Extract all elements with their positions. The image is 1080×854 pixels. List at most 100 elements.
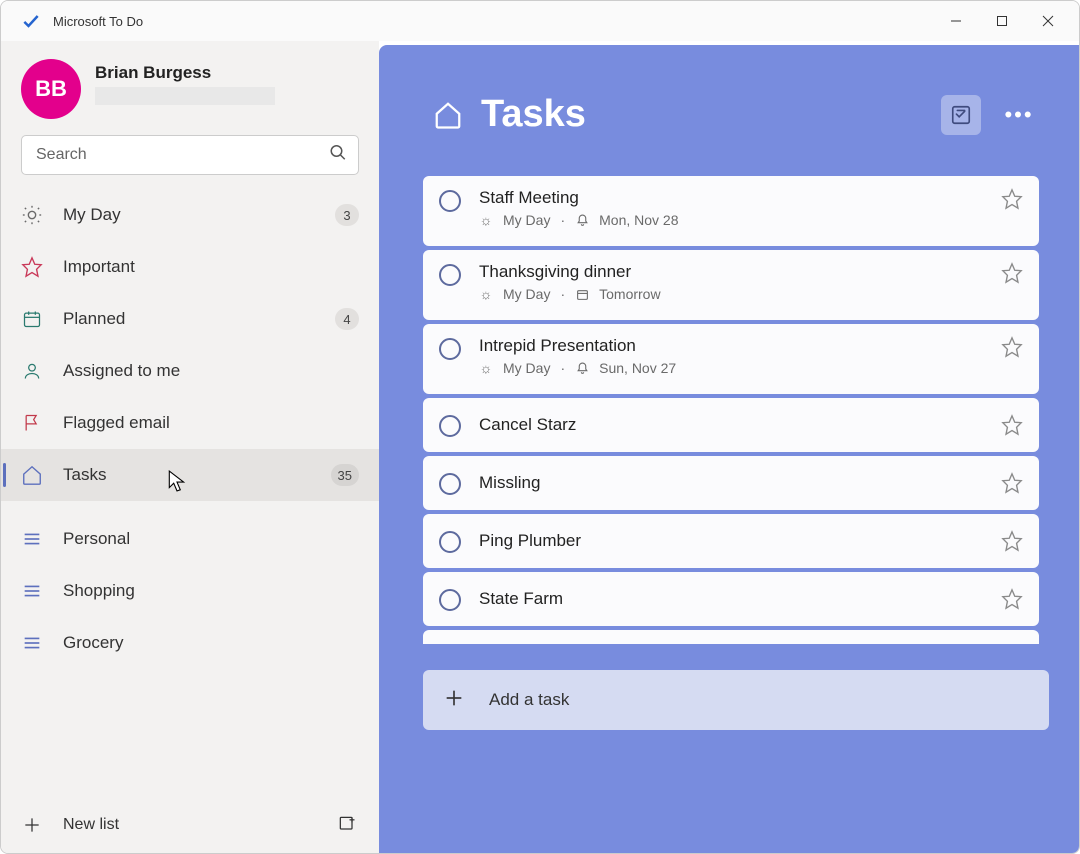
nav-label: Flagged email xyxy=(63,413,359,433)
complete-checkbox[interactable] xyxy=(439,473,461,495)
nav-label: Grocery xyxy=(63,633,359,653)
complete-checkbox[interactable] xyxy=(439,264,461,286)
star-button[interactable] xyxy=(1001,472,1023,494)
sun-icon xyxy=(21,204,43,226)
task-due: Tomorrow xyxy=(599,286,660,302)
star-button[interactable] xyxy=(1001,262,1023,284)
task-item[interactable]: Ping Plumber xyxy=(423,514,1039,568)
profile-name: Brian Burgess xyxy=(95,63,275,83)
nav-my-day[interactable]: My Day 3 xyxy=(1,189,379,241)
new-group-button[interactable] xyxy=(337,814,359,836)
star-button[interactable] xyxy=(1001,336,1023,358)
nav-count: 4 xyxy=(335,308,359,330)
list-personal[interactable]: Personal xyxy=(1,513,379,565)
nav-tasks[interactable]: Tasks 35 xyxy=(1,449,379,501)
titlebar: Microsoft To Do xyxy=(1,1,1079,41)
task-myday: My Day xyxy=(503,286,550,302)
bell-icon xyxy=(575,361,589,375)
task-list: Staff Meeting ☼ My Day · Mon, Nov 28 xyxy=(423,176,1039,652)
nav-list: My Day 3 Important Planned 4 Assigned to… xyxy=(1,189,379,797)
bell-icon xyxy=(575,213,589,227)
nav-label: Tasks xyxy=(63,465,311,485)
close-button[interactable] xyxy=(1025,1,1071,41)
avatar: BB xyxy=(21,59,81,119)
search-box[interactable] xyxy=(21,135,359,175)
task-item[interactable]: Staff Meeting ☼ My Day · Mon, Nov 28 xyxy=(423,176,1039,246)
list-shopping[interactable]: Shopping xyxy=(1,565,379,617)
home-icon xyxy=(21,464,43,486)
task-title: Cancel Starz xyxy=(479,415,983,435)
task-title: Thanksgiving dinner xyxy=(479,262,983,282)
list-icon xyxy=(21,528,43,550)
task-item-partial xyxy=(423,630,1039,644)
sun-icon: ☼ xyxy=(479,287,493,301)
complete-checkbox[interactable] xyxy=(439,190,461,212)
list-icon xyxy=(21,580,43,602)
nav-label: Assigned to me xyxy=(63,361,359,381)
task-item[interactable]: Cancel Starz xyxy=(423,398,1039,452)
star-icon xyxy=(21,256,43,278)
nav-label: Important xyxy=(63,257,359,277)
nav-planned[interactable]: Planned 4 xyxy=(1,293,379,345)
nav-important[interactable]: Important xyxy=(1,241,379,293)
profile-section[interactable]: BB Brian Burgess xyxy=(1,41,379,127)
calendar-icon xyxy=(575,287,589,301)
list-icon xyxy=(21,632,43,654)
new-list-label: New list xyxy=(63,816,119,834)
home-icon xyxy=(433,100,463,130)
complete-checkbox[interactable] xyxy=(439,415,461,437)
task-myday: My Day xyxy=(503,360,550,376)
nav-label: Shopping xyxy=(63,581,359,601)
star-button[interactable] xyxy=(1001,188,1023,210)
task-title: Missling xyxy=(479,473,983,493)
task-myday: My Day xyxy=(503,212,550,228)
nav-flagged[interactable]: Flagged email xyxy=(1,397,379,449)
nav-count: 35 xyxy=(331,464,359,486)
search-icon xyxy=(329,144,347,167)
task-title: Ping Plumber xyxy=(479,531,983,551)
task-title: Staff Meeting xyxy=(479,188,983,208)
flag-icon xyxy=(21,412,43,434)
sun-icon: ☼ xyxy=(479,361,493,375)
app-title: Microsoft To Do xyxy=(53,14,143,29)
minimize-button[interactable] xyxy=(933,1,979,41)
main-panel: Tasks ••• Staff Meeting xyxy=(379,45,1079,853)
more-options-button[interactable]: ••• xyxy=(999,95,1039,135)
task-item[interactable]: Missling xyxy=(423,456,1039,510)
sidebar: BB Brian Burgess My Day 3 xyxy=(1,41,379,853)
search-input[interactable] xyxy=(21,135,359,175)
plus-icon xyxy=(21,814,43,836)
ellipsis-icon: ••• xyxy=(1004,102,1033,128)
nav-label: Planned xyxy=(63,309,315,329)
nav-assigned[interactable]: Assigned to me xyxy=(1,345,379,397)
complete-checkbox[interactable] xyxy=(439,531,461,553)
page-title: Tasks xyxy=(481,93,923,136)
star-button[interactable] xyxy=(1001,588,1023,610)
add-task-label: Add a task xyxy=(489,690,569,710)
plus-icon xyxy=(443,687,465,714)
nav-count: 3 xyxy=(335,204,359,226)
nav-label: My Day xyxy=(63,205,315,225)
nav-label: Personal xyxy=(63,529,359,549)
task-item[interactable]: Intrepid Presentation ☼ My Day · Sun, No… xyxy=(423,324,1039,394)
task-due: Sun, Nov 27 xyxy=(599,360,676,376)
add-task-button[interactable]: Add a task xyxy=(423,670,1049,730)
complete-checkbox[interactable] xyxy=(439,589,461,611)
task-item[interactable]: State Farm xyxy=(423,572,1039,626)
calendar-icon xyxy=(21,308,43,330)
star-button[interactable] xyxy=(1001,530,1023,552)
profile-email-redacted xyxy=(95,87,275,105)
task-title: Intrepid Presentation xyxy=(479,336,983,356)
person-icon xyxy=(21,360,43,382)
task-title: State Farm xyxy=(479,589,983,609)
task-due: Mon, Nov 28 xyxy=(599,212,678,228)
maximize-button[interactable] xyxy=(979,1,1025,41)
list-grocery[interactable]: Grocery xyxy=(1,617,379,669)
suggestions-button[interactable] xyxy=(941,95,981,135)
app-logo-icon xyxy=(21,11,41,31)
new-list-button[interactable]: New list xyxy=(21,814,317,836)
star-button[interactable] xyxy=(1001,414,1023,436)
sun-icon: ☼ xyxy=(479,213,493,227)
complete-checkbox[interactable] xyxy=(439,338,461,360)
task-item[interactable]: Thanksgiving dinner ☼ My Day · Tomorrow xyxy=(423,250,1039,320)
